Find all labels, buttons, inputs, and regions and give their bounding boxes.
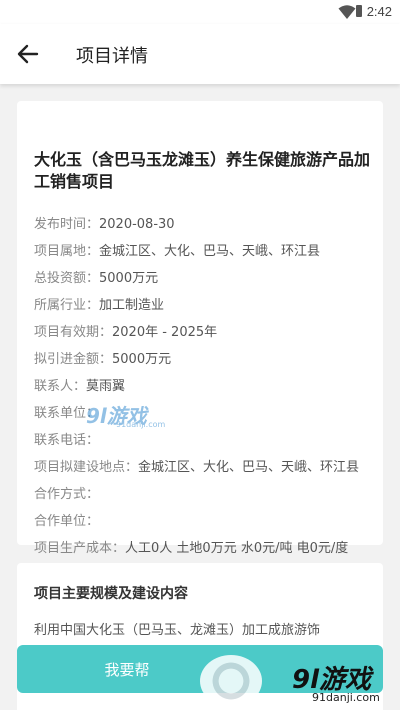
info-row: 合作方式： [34,483,99,502]
watermark-ring-icon [200,655,262,707]
info-value: 金城江区、大化、巴马、天峨、环江县 [99,244,321,259]
info-row: 联系电话： [34,429,99,448]
info-row: 项目属地：金城江区、大化、巴马、天峨、环江县 [34,240,320,259]
watermark-corner-url: 91danji.com [312,691,380,704]
info-row: 总投资额：5000万元 [34,267,158,286]
info-row: 联系人：莫雨翼 [34,375,125,394]
info-label: 总投资额： [34,271,100,286]
info-label: 发布时间： [34,217,100,232]
info-label: 合作方式： [34,487,100,502]
info-value: 5000万元 [112,352,172,367]
info-row: 合作单位： [34,510,99,529]
info-label: 项目有效期： [34,325,113,340]
watermark-center: 9l游戏 91danji.com [86,400,182,430]
wifi-icon [338,5,356,19]
page-title: 项目详情 [76,46,148,67]
info-label: 项目生产成本： [34,541,126,556]
info-label: 合作单位： [34,514,100,529]
info-value: 人工0人 土地0万元 水0元/吨 电0元/度 [125,541,349,556]
status-time: 2:42 [366,4,392,19]
info-value: 莫雨翼 [86,379,126,394]
info-value: 加工制造业 [99,298,165,313]
info-label: 联系电话： [34,433,100,448]
arrow-left-icon[interactable] [14,40,42,68]
info-label: 项目拟建设地点： [34,460,139,475]
info-label: 拟引进金额： [34,352,113,367]
info-row: 所属行业：加工制造业 [34,294,164,313]
info-label: 所属行业： [34,298,100,313]
status-bar: 2:42 [0,0,400,24]
info-row: 发布时间：2020-08-30 [34,213,175,232]
info-value: 5000万元 [99,271,159,286]
watermark-corner: 9l游戏 91danji.com [200,655,400,710]
project-info-card: 大化玉（含巴马玉龙滩玉）养生保健旅游产品加工销售项目 发布时间：2020-08-… [17,101,383,556]
app-bar: 项目详情 [0,24,400,84]
scale-section-text: 利用中国大化玉（巴马玉、龙滩玉）加工成旅游饰 [34,623,321,638]
info-label: 联系人： [34,379,87,394]
info-row: 拟引进金额：5000万元 [34,348,171,367]
info-value: 2020年 - 2025年 [112,325,218,340]
detail-scroll-area[interactable]: 大化玉（含巴马玉龙滩玉）养生保健旅游产品加工销售项目 发布时间：2020-08-… [0,84,400,710]
info-label: 项目属地： [34,244,100,259]
battery-icon [356,5,362,17]
info-value: 2020-08-30 [99,217,175,232]
info-row: 项目有效期：2020年 - 2025年 [34,321,217,340]
info-value: 金城江区、大化、巴马、天峨、环江县 [138,460,360,475]
project-title: 大化玉（含巴马玉龙滩玉）养生保健旅游产品加工销售项目 [34,150,371,191]
watermark-center-url: 91danji.com [116,420,166,429]
info-row: 项目生产成本：人工0人 土地0万元 水0元/吨 电0元/度 [34,537,348,556]
scale-section-title: 项目主要规模及建设内容 [34,586,188,602]
info-row: 项目拟建设地点：金城江区、大化、巴马、天峨、环江县 [34,456,359,475]
